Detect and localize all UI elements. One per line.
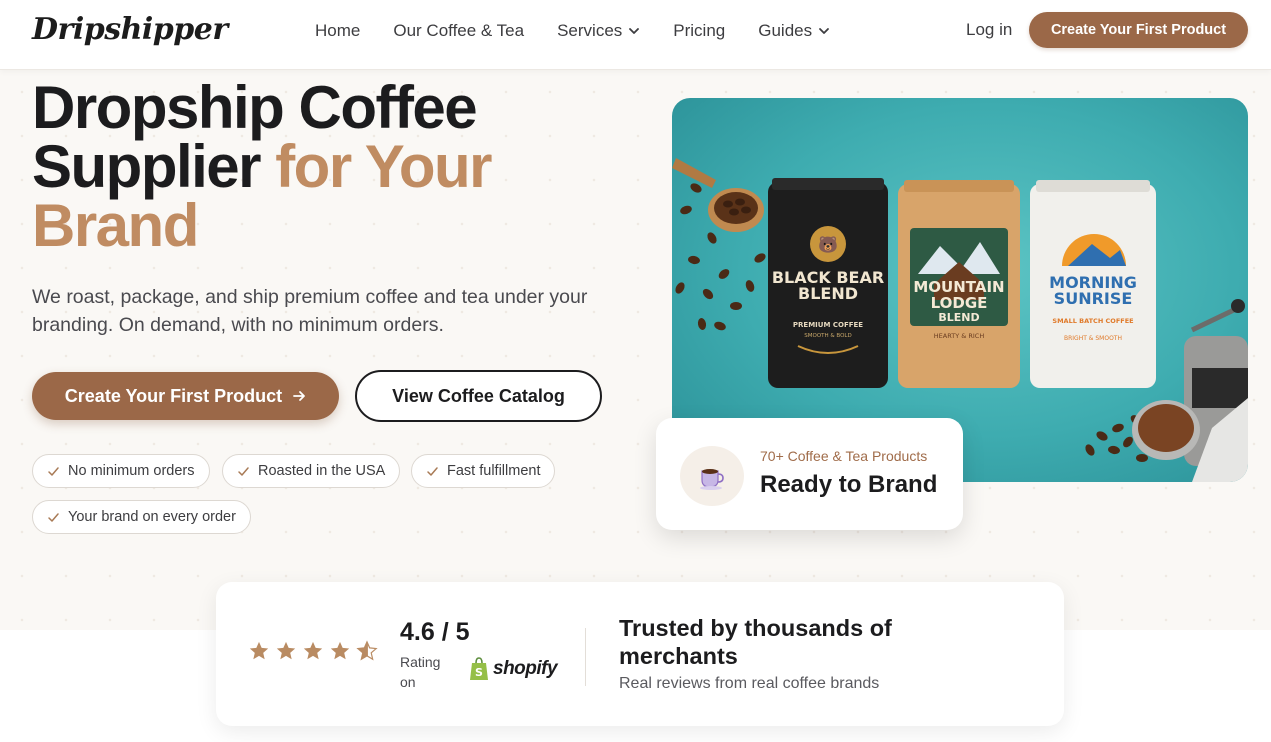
nav-guides[interactable]: Guides — [758, 21, 830, 41]
login-link[interactable]: Log in — [966, 20, 1012, 40]
feature-pill-roasted-usa: Roasted in the USA — [222, 454, 401, 488]
hero-title-line2-accent: for Your — [275, 133, 492, 200]
wooden-scoop — [672, 158, 764, 232]
feature-pill-fast-fulfillment: Fast fulfillment — [411, 454, 556, 488]
svg-text:🐻: 🐻 — [818, 235, 838, 254]
arrow-right-icon — [293, 391, 306, 401]
hero-subtitle: We roast, package, and ship premium coff… — [32, 286, 588, 336]
check-icon — [427, 466, 438, 476]
rating-stars — [248, 640, 378, 662]
logo[interactable]: Dripshipper — [32, 12, 228, 47]
svg-text:S: S — [475, 666, 483, 679]
bag1-tag2: SMOOTH & BOLD — [804, 333, 851, 339]
view-coffee-catalog-button[interactable]: View Coffee Catalog — [355, 370, 602, 422]
star-icon — [249, 641, 269, 660]
star-icon — [330, 641, 350, 660]
bag2-line3: BLEND — [938, 311, 979, 324]
shopify-wordmark: shopify — [493, 658, 558, 679]
morning-sunrise-bag: MORNING SUNRISE SMALL BATCH COFFEE BRIGH… — [1030, 180, 1156, 388]
check-icon — [48, 512, 59, 522]
shopify-logo: S shopify — [468, 656, 558, 682]
ready-to-brand-card: 70+ Coffee & Tea Products Ready to Brand — [656, 418, 963, 530]
bag2-line2: LODGE — [931, 294, 988, 312]
check-icon — [238, 466, 249, 476]
hero-title-line3-accent: Brand — [32, 192, 199, 259]
nav-home[interactable]: Home — [315, 21, 360, 41]
feature-pill-your-brand: Your brand on every order — [32, 500, 251, 534]
star-icon — [276, 641, 296, 660]
hero-title-line1: Dropship Coffee — [32, 74, 478, 141]
hero-title: Dropship Coffee Supplier for Your Brand — [32, 78, 632, 256]
star-icon — [303, 641, 323, 660]
nav-pricing[interactable]: Pricing — [673, 21, 725, 41]
feature-label: Fast fulfillment — [447, 463, 541, 479]
feature-label: Roasted in the USA — [258, 463, 386, 479]
chevron-down-icon — [819, 28, 830, 34]
nav-pricing-label: Pricing — [673, 21, 726, 40]
chevron-down-icon — [629, 28, 640, 34]
trust-title: Trusted by thousands of merchants — [619, 615, 892, 669]
rating-label: Rating on — [400, 654, 441, 690]
bag1-tag1: PREMIUM COFFEE — [793, 321, 863, 329]
trust-divider — [585, 628, 586, 686]
rating-value: 4.6 / 5 — [400, 618, 470, 646]
create-first-product-button[interactable]: Create Your First Product — [32, 372, 339, 420]
half-star-icon — [356, 640, 378, 661]
header-create-product-button[interactable]: Create Your First Product — [1029, 12, 1248, 48]
hero-title-line2: Supplier — [32, 133, 276, 200]
site-header: Dripshipper Home Our Coffee & Tea Servic… — [0, 0, 1271, 70]
feature-label: No minimum orders — [68, 463, 195, 479]
check-icon — [48, 466, 59, 476]
mountain-lodge-bag: MOUNTAIN LODGE BLEND HEARTY & RICH — [898, 180, 1020, 388]
shopify-bag-icon: S — [470, 657, 488, 680]
nav-home-label: Home — [315, 21, 361, 40]
bag3-tag1: SMALL BATCH COFFEE — [1052, 317, 1133, 325]
bag3-line2: SUNRISE — [1054, 289, 1133, 308]
nav-services-label: Services — [557, 21, 623, 40]
bag2-tag1: HEARTY & RICH — [934, 332, 985, 340]
trust-subtitle: Real reviews from real coffee brands — [619, 675, 880, 692]
coffee-cup-icon — [680, 446, 744, 506]
create-first-product-label: Create Your First Product — [64, 385, 283, 406]
black-bear-bag: 🐻 BLACK BEAR BLEND PREMIUM COFFEE SMOOTH… — [768, 178, 888, 388]
bag3-tag2: BRIGHT & SMOOTH — [1064, 335, 1122, 342]
feature-pill-no-minimum: No minimum orders — [32, 454, 210, 488]
nav-services[interactable]: Services — [557, 21, 640, 41]
trust-card: 4.6 / 5 Rating on S shopify Trusted by t… — [216, 582, 1064, 726]
ready-card-subtitle: 70+ Coffee & Tea Products — [760, 448, 928, 464]
feature-label: Your brand on every order — [68, 509, 236, 525]
main-nav: Home Our Coffee & Tea Services Pricing G… — [315, 0, 863, 62]
nav-our-coffee-tea[interactable]: Our Coffee & Tea — [393, 21, 524, 41]
nav-our-coffee-tea-label: Our Coffee & Tea — [393, 21, 525, 40]
nav-guides-label: Guides — [758, 21, 813, 40]
ready-card-title: Ready to Brand — [760, 471, 938, 498]
bag1-line2: BLEND — [798, 284, 858, 303]
